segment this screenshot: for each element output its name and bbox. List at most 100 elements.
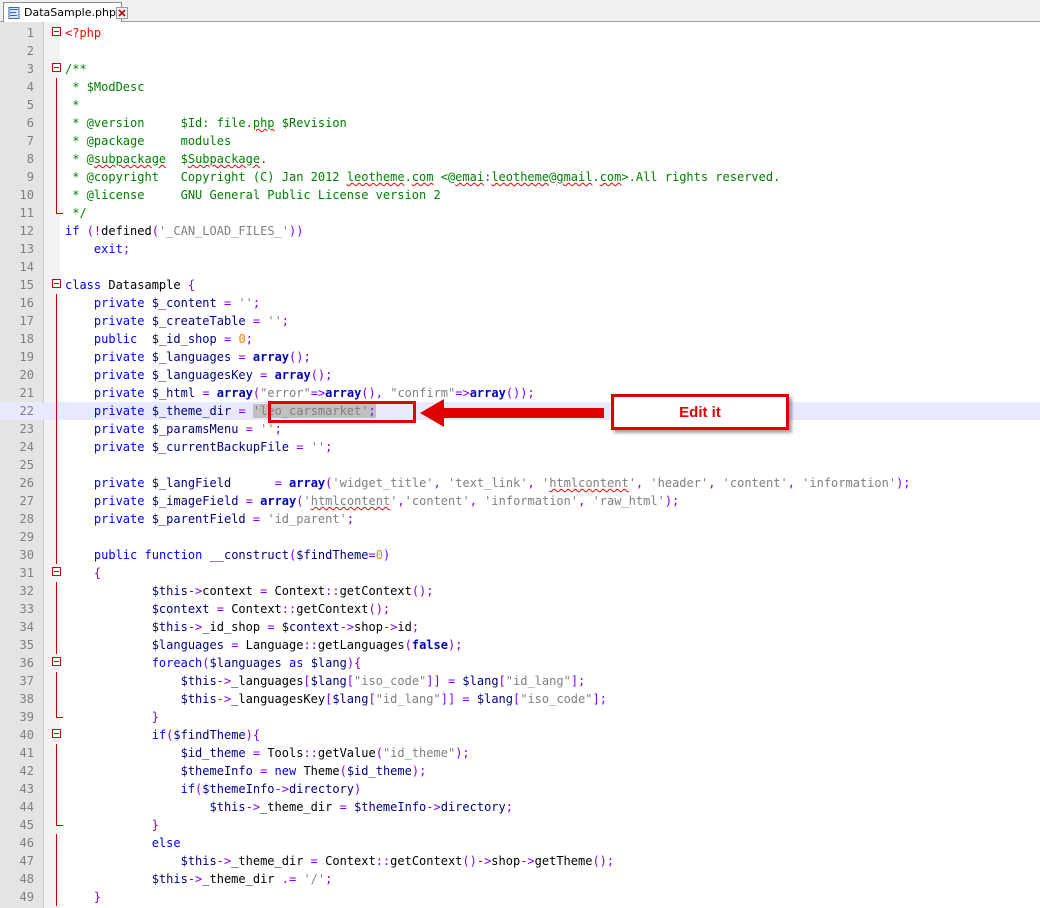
code-line[interactable]: 31 { xyxy=(0,564,1040,582)
code-line[interactable]: 30 public function __construct($findThem… xyxy=(0,546,1040,564)
code-line[interactable]: 33 $context = Context::getContext(); xyxy=(0,600,1040,618)
code-line[interactable]: 5 * xyxy=(0,96,1040,114)
code-line[interactable]: 48 $this->_theme_dir .= '/'; xyxy=(0,870,1040,888)
code-line[interactable]: 29 xyxy=(0,528,1040,546)
line-number: 46 xyxy=(19,836,34,850)
code-line[interactable]: 15 class Datasample { xyxy=(0,276,1040,294)
code-line[interactable]: 38 $this->_languagesKey[$lang["id_lang"]… xyxy=(0,690,1040,708)
code-token: = xyxy=(245,494,253,508)
line-number: 35 xyxy=(19,638,34,652)
line-number: 16 xyxy=(19,296,34,310)
code-token: array xyxy=(289,476,326,490)
code-token: 'content' xyxy=(722,476,788,490)
code-line[interactable]: 19 private $_languages = array(); xyxy=(0,348,1040,366)
code-line[interactable]: 49 } xyxy=(0,888,1040,906)
fold-toggle-icon[interactable] xyxy=(52,567,61,576)
code-line[interactable]: 17 private $_createTable = ''; xyxy=(0,312,1040,330)
code-line[interactable]: 12 if (!defined('_CAN_LOAD_FILES_')) xyxy=(0,222,1040,240)
code-line[interactable]: 1 <?php xyxy=(0,24,1040,42)
code-token: ; xyxy=(325,440,333,454)
code-line[interactable]: 34 $this->_id_shop = $context->shop->id; xyxy=(0,618,1040,636)
fold-toggle-icon[interactable] xyxy=(52,27,61,36)
code-line[interactable]: 40 if($findTheme){ xyxy=(0,726,1040,744)
code-line[interactable]: 39 } xyxy=(0,708,1040,726)
code-token: ]; xyxy=(570,674,586,688)
code-text: $this->_id_shop = $context->shop->id; xyxy=(65,618,419,636)
close-icon[interactable] xyxy=(115,6,128,19)
code-token: $_createTable xyxy=(151,314,246,328)
code-line[interactable]: 26 private $_langField = array('widget_t… xyxy=(0,474,1040,492)
code-token: _languagesKey xyxy=(231,692,326,706)
code-line[interactable]: 27 private $_imageField = array('htmlcon… xyxy=(0,492,1040,510)
code-line[interactable]: 25 xyxy=(0,456,1040,474)
code-line[interactable]: 35 $languages = Language::getLanguages(f… xyxy=(0,636,1040,654)
code-line[interactable]: 32 $this->context = Context::getContext(… xyxy=(0,582,1040,600)
code-line[interactable]: 46 else xyxy=(0,834,1040,852)
fold-toggle-icon[interactable] xyxy=(52,729,61,738)
code-line[interactable]: 3 /** xyxy=(0,60,1040,78)
code-line[interactable]: 4 * $ModDesc xyxy=(0,78,1040,96)
code-token: ; xyxy=(505,800,513,814)
code-text: private $_langField = array('widget_titl… xyxy=(65,474,911,492)
line-number: 42 xyxy=(19,764,34,778)
code-text: $context = Context::getContext(); xyxy=(65,600,390,618)
code-token: = xyxy=(238,404,246,418)
code-token: , xyxy=(433,476,441,490)
code-token: */ xyxy=(65,206,87,220)
code-line[interactable]: 11 */ xyxy=(0,204,1040,222)
code-line[interactable]: 47 $this->_theme_dir = Context::getConte… xyxy=(0,852,1040,870)
code-line[interactable]: 41 $id_theme = Tools::getValue("id_theme… xyxy=(0,744,1040,762)
code-token: 'raw_html' xyxy=(592,494,665,508)
code-token: $this xyxy=(180,692,217,706)
code-editor[interactable]: 1 <?php 2 3/** 4 * $ModDesc 5 * 6 * @version $… xyxy=(0,24,1040,906)
code-line[interactable]: 7 * @package modules xyxy=(0,132,1040,150)
code-line[interactable]: 44 $this->_theme_dir = $themeInfo->direc… xyxy=(0,798,1040,816)
code-line[interactable]: 43 if($themeInfo->directory) xyxy=(0,780,1040,798)
code-token: ]] xyxy=(440,692,456,706)
code-token: = xyxy=(274,476,282,490)
code-line[interactable]: 8 * @subpackage $Subpackage. xyxy=(0,150,1040,168)
code-line[interactable]: 24 private $_currentBackupFile = ''; xyxy=(0,438,1040,456)
code-token: Language xyxy=(238,638,304,652)
code-token: "iso_code" xyxy=(354,674,427,688)
fold-guide xyxy=(56,672,57,690)
code-token: ]] xyxy=(426,674,441,688)
code-line[interactable]: 16 private $_content = ''; xyxy=(0,294,1040,312)
code-token: [ xyxy=(368,692,376,706)
code-line[interactable]: 20 private $_languagesKey = array(); xyxy=(0,366,1040,384)
tab-datasample-php[interactable]: DataSample.php xyxy=(3,2,128,22)
code-token: [ xyxy=(346,674,355,688)
code-line[interactable]: 42 $themeInfo = new Theme($id_theme); xyxy=(0,762,1040,780)
code-line[interactable]: 13 exit; xyxy=(0,240,1040,258)
line-number: 38 xyxy=(19,692,34,706)
code-line[interactable]: 6 * @version $Id: file.php $Revision xyxy=(0,114,1040,132)
line-number: 23 xyxy=(19,422,34,436)
code-line[interactable]: 14 xyxy=(0,258,1040,276)
code-line[interactable]: 28 private $_parentField = 'id_parent'; xyxy=(0,510,1040,528)
code-line[interactable]: 36 foreach($languages as $lang){ xyxy=(0,654,1040,672)
code-token: ); xyxy=(664,494,680,508)
code-line[interactable]: 9 * @copyright Copyright (C) Jan 2012 le… xyxy=(0,168,1040,186)
line-number: 36 xyxy=(19,656,34,670)
code-token: . xyxy=(592,170,600,184)
code-line[interactable]: 45 } xyxy=(0,816,1040,834)
fold-toggle-icon[interactable] xyxy=(52,279,61,288)
code-line[interactable]: 18 public $_id_shop = 0; xyxy=(0,330,1040,348)
fold-toggle-icon[interactable] xyxy=(52,63,61,72)
code-token: ' xyxy=(628,476,636,490)
code-token: array xyxy=(325,386,362,400)
fold-toggle-icon[interactable] xyxy=(52,657,61,666)
code-line[interactable]: 37 $this->_languages[$lang["iso_code"]] … xyxy=(0,672,1040,690)
code-token: = xyxy=(202,386,210,400)
code-token: -> xyxy=(187,872,203,886)
code-token: ' xyxy=(303,494,311,508)
code-line[interactable]: 10 * @license GNU General Public License… xyxy=(0,186,1040,204)
code-text: exit; xyxy=(65,240,130,258)
code-line[interactable]: 2 xyxy=(0,42,1040,60)
